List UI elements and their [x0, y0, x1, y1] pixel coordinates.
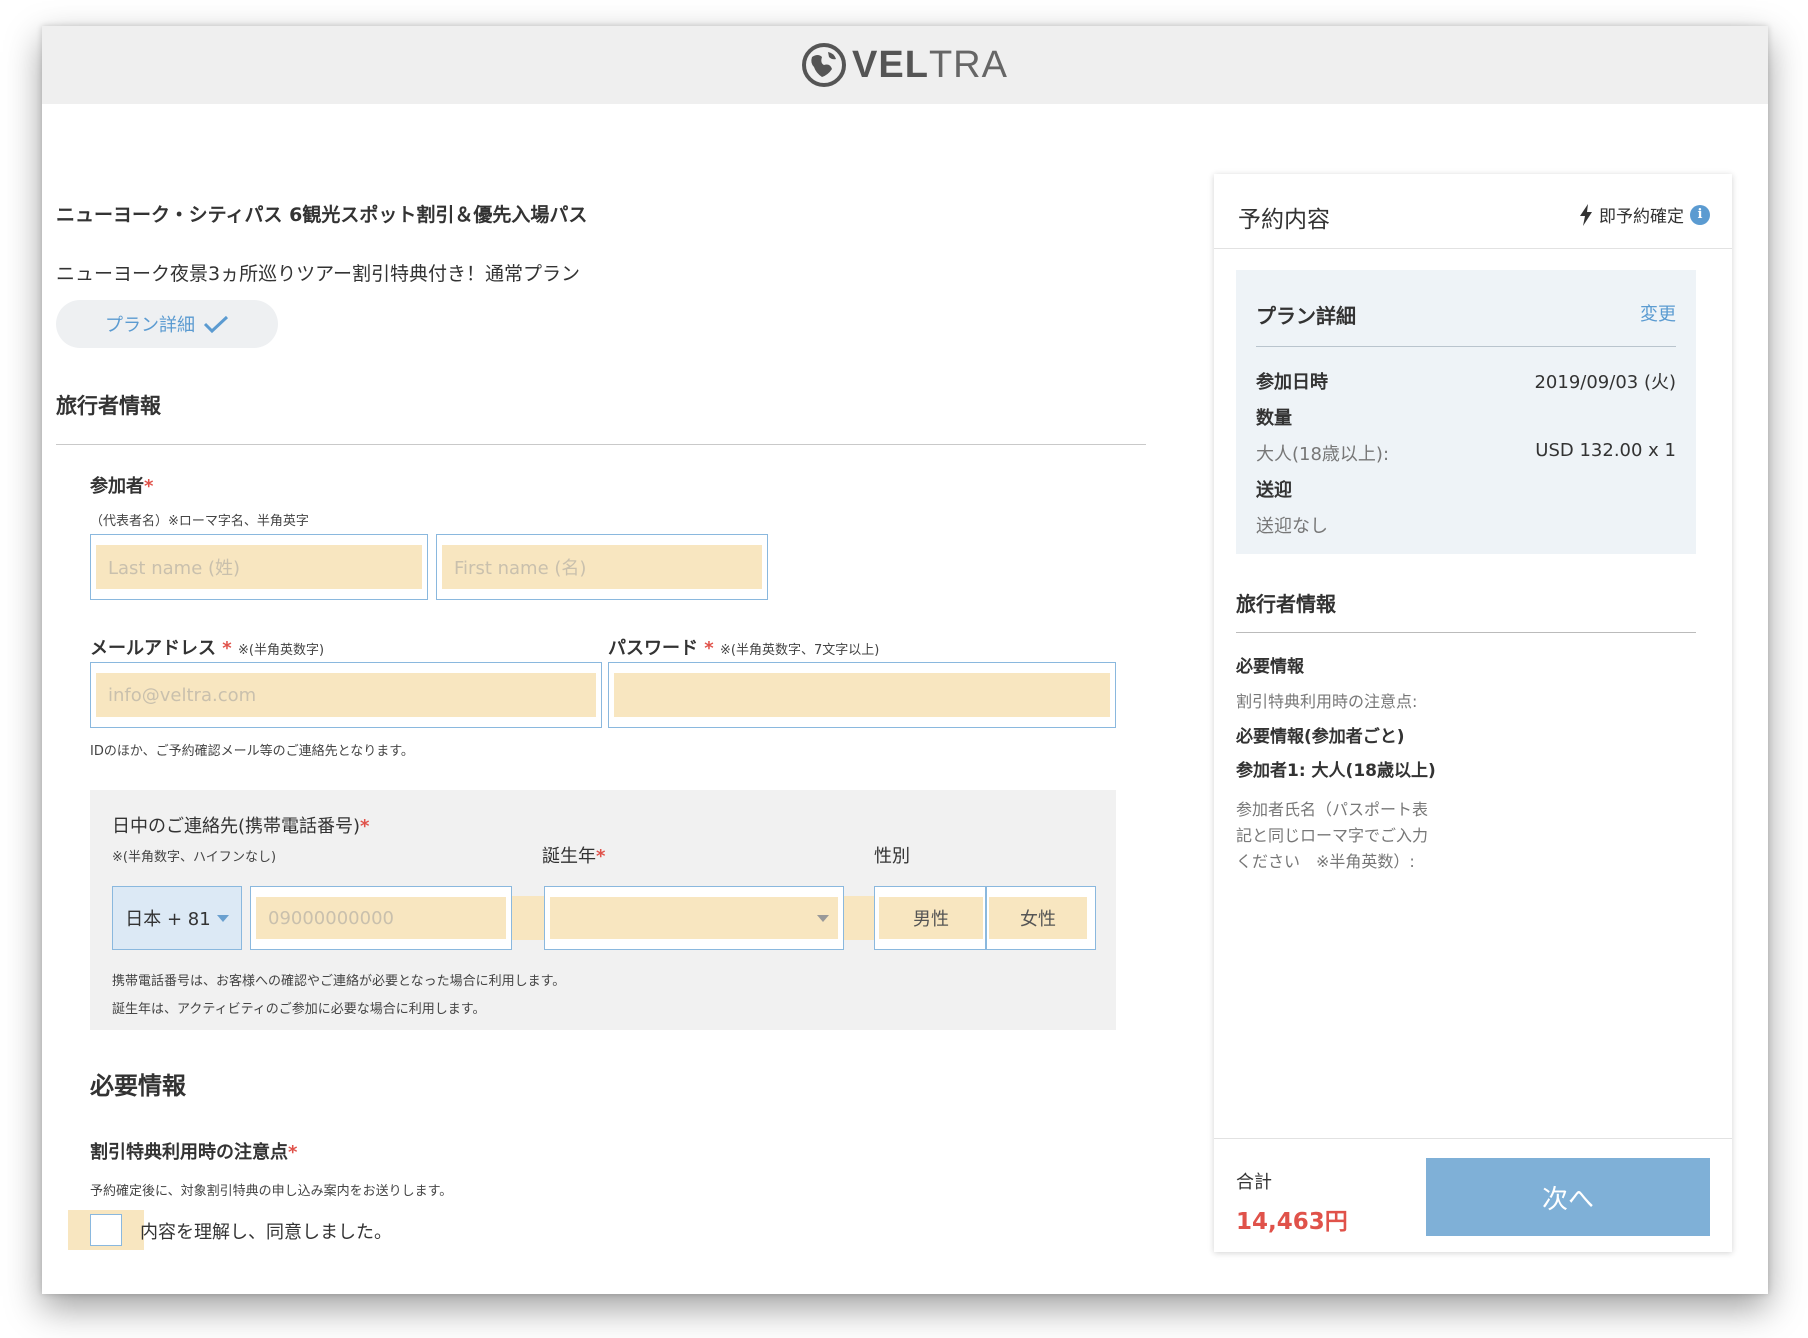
email-label: メールアドレス * ※(半角英数字) [90, 638, 325, 659]
agree-label: 内容を理解し、同意しました。 [140, 1222, 392, 1243]
field-highlight-gap [844, 896, 876, 940]
total-label: 合計 [1236, 1172, 1272, 1193]
footer-divider [1214, 1138, 1732, 1139]
traveler-section-heading: 旅行者情報 [56, 394, 161, 418]
booking-summary-panel: 予約内容 即予約確定 i プラン詳細 変更 参加日時 2019/09/03 (火… [1214, 174, 1732, 1252]
card-divider [1256, 346, 1676, 347]
summary-title: 予約内容 [1238, 207, 1330, 233]
sidebar-per-participant: 必要情報(参加者ごと) [1236, 727, 1405, 747]
plan-detail-card: プラン詳細 変更 参加日時 2019/09/03 (火) 数量 大人(18歳以上… [1236, 270, 1696, 554]
email-field[interactable]: info@veltra.com [90, 662, 602, 728]
required-info-heading: 必要情報 [90, 1072, 186, 1100]
gender-toggle: 男性 女性 [874, 886, 1096, 950]
logo-wordmark: VELTRA [852, 43, 1008, 86]
birth-year-label: 誕生年* [542, 846, 606, 867]
phone-label: 日中のご連絡先(携帯電話番号)* [112, 816, 370, 837]
plan-name: ニューヨーク夜景3ヵ所巡りツアー割引特典付き！通常プラン [56, 263, 580, 285]
password-field[interactable] [608, 662, 1116, 728]
country-code-select[interactable]: 日本 + 81 [112, 886, 242, 950]
last-name-field[interactable]: Last name (姓) [90, 534, 428, 600]
gender-male-button[interactable]: 男性 [879, 897, 983, 939]
sidebar-divider [1236, 632, 1696, 633]
field-highlight-gap [512, 896, 544, 940]
participant-label: 参加者* [90, 476, 154, 497]
discount-label: 割引特典利用時の注意点* [90, 1142, 298, 1163]
quantity-label: 数量 [1256, 408, 1292, 429]
phone-note: ※(半角数字、ハイフンなし) [112, 850, 277, 865]
name-note-line-2: 記と同じローマ字でご入力 [1236, 826, 1429, 845]
birth-year-value [550, 897, 838, 939]
lightning-icon [1580, 203, 1592, 226]
panel-divider [1214, 248, 1732, 249]
name-note-line-3: ください ※半角英数）: [1236, 852, 1415, 871]
discount-note: 予約確定後に、対象割引特典の申し込み案内をお送りします。 [90, 1184, 453, 1199]
gender-female-button[interactable]: 女性 [989, 897, 1087, 939]
sidebar-discount-note: 割引特典利用時の注意点: [1236, 692, 1418, 711]
plan-card-title: プラン詳細 [1256, 304, 1356, 328]
sidebar-participant1: 参加者1: 大人(18歳以上) [1236, 761, 1436, 781]
info-icon[interactable]: i [1690, 204, 1710, 225]
birth-help-text: 誕生年は、アクティビティのご参加に必要な場合に利用します。 [112, 1002, 486, 1017]
agree-checkbox[interactable] [90, 1214, 122, 1246]
date-label: 参加日時 [1256, 372, 1328, 393]
total-price: 14,463円 [1236, 1209, 1348, 1235]
name-note-line-1: 参加者氏名（パスポート表 [1236, 800, 1429, 819]
phone-number-field[interactable]: 09000000000 [250, 886, 512, 950]
first-name-placeholder: First name (名) [442, 545, 762, 589]
email-placeholder: info@veltra.com [96, 673, 596, 717]
chevron-down-icon [216, 914, 229, 922]
adult-price: USD 132.00 x 1 [1535, 440, 1676, 461]
sidebar-required-info: 必要情報 [1236, 657, 1304, 677]
change-plan-link[interactable]: 変更 [1640, 300, 1676, 326]
password-label: パスワード * ※(半角英数字、7文字以上) [608, 638, 880, 659]
gender-label: 性別 [874, 846, 910, 867]
phone-placeholder: 09000000000 [256, 897, 506, 939]
check-icon [203, 315, 229, 334]
gender-divider [985, 887, 987, 949]
pickup-label: 送迎 [1256, 480, 1292, 501]
instant-confirm-label: 即予約確定 [1599, 207, 1684, 227]
product-title: ニューヨーク・シティパス 6観光スポット割引＆優先入場パス [56, 204, 588, 226]
phone-help-text: 携帯電話番号は、お客様への確認やご連絡が必要となった場合に利用します。 [112, 974, 566, 989]
date-value: 2019/09/03 (火) [1534, 372, 1676, 393]
veltra-logo[interactable]: VELTRA [802, 43, 1008, 87]
plan-detail-button[interactable]: プラン詳細 [56, 300, 278, 348]
birth-year-select[interactable] [544, 886, 844, 950]
globe-icon [802, 43, 847, 87]
last-name-placeholder: Last name (姓) [96, 545, 422, 589]
plan-detail-label: プラン詳細 [105, 315, 195, 336]
password-input-area [614, 673, 1110, 717]
browser-window: VELTRA ニューヨーク・シティパス 6観光スポット割引＆優先入場パス ニュー… [42, 26, 1768, 1294]
participant-note: （代表者名）※ローマ字名、半角英字 [90, 514, 309, 529]
instant-confirm-badge: 即予約確定 i [1579, 202, 1710, 227]
first-name-field[interactable]: First name (名) [436, 534, 768, 600]
pickup-value: 送迎なし [1256, 516, 1328, 537]
country-code-value: 日本 + 81 [125, 909, 211, 930]
header-bar: VELTRA [42, 26, 1768, 104]
adult-label: 大人(18歳以上): [1256, 444, 1390, 465]
chevron-down-icon [817, 915, 829, 922]
email-help-text: IDのほか、ご予約確認メール等のご連絡先となります。 [90, 744, 414, 759]
sidebar-traveler-heading: 旅行者情報 [1236, 592, 1336, 616]
next-button[interactable]: 次へ [1426, 1158, 1710, 1236]
section-divider [56, 444, 1146, 445]
